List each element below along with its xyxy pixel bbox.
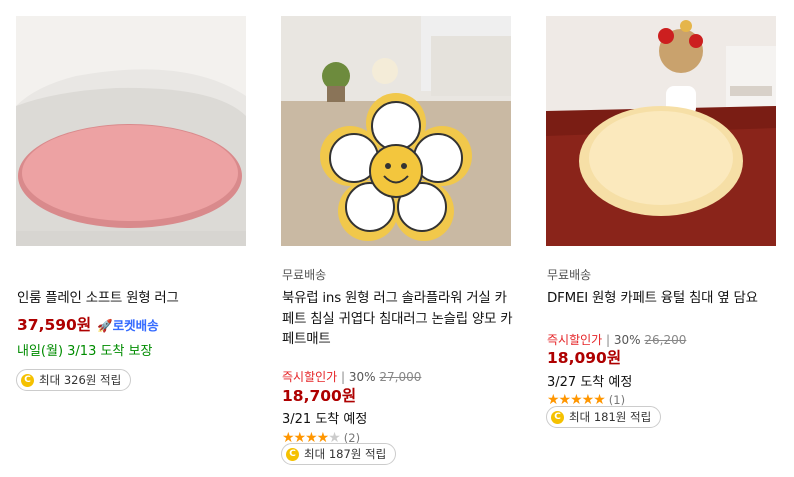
instant-discount-label: 즉시할인가 <box>547 333 603 347</box>
coin-icon: C <box>21 373 34 387</box>
points-text: 최대 326원 적립 <box>39 373 122 387</box>
discount-percent: 30% <box>348 370 376 384</box>
product-price: 37,590원 🚀로켓배송 <box>17 313 159 335</box>
discount-row: 즉시할인가 | 30% 27,000 <box>282 370 422 384</box>
points-text: 최대 181원 적립 <box>569 410 652 424</box>
rocket-delivery-label: 로켓배송 <box>112 318 159 333</box>
arrival-date: 3/27 도착 예정 <box>547 375 633 390</box>
product-title[interactable]: DFMEI 원형 카페트 융털 침대 옆 담요 <box>547 289 779 310</box>
review-count[interactable]: (1) <box>609 393 625 407</box>
product-card[interactable]: 인룸 플레인 소프트 원형 러그 37,590원 🚀로켓배송 내일(월) 3/13… <box>16 16 248 391</box>
coin-icon: C <box>551 410 564 424</box>
product-image-fluffy-rug[interactable] <box>546 16 776 246</box>
rocket-icon: 🚀 <box>97 318 113 333</box>
points-badge: C 최대 326원 적립 <box>16 369 132 391</box>
points-text: 최대 187원 적립 <box>304 447 387 461</box>
original-price: 26,200 <box>644 333 687 347</box>
product-card[interactable]: 무료배송 북유럽 ins 원형 러그 솔라플라워 거실 카페트 침실 귀엽다 침… <box>281 16 513 465</box>
product-image-flower-rug[interactable] <box>281 16 511 246</box>
product-price: 18,700원 <box>282 387 357 405</box>
product-title[interactable]: 북유럽 ins 원형 러그 솔라플라워 거실 카페트 침실 귀엽다 침대러그 논… <box>282 289 514 351</box>
arrival-date: 내일(월) 3/13 도착 보장 <box>17 344 153 359</box>
discount-percent: 30% <box>613 333 641 347</box>
instant-discount-label: 즉시할인가 <box>282 370 338 384</box>
product-price: 18,090원 <box>547 349 622 367</box>
product-image-pink-rug[interactable] <box>16 16 246 246</box>
arrival-date: 3/21 도착 예정 <box>282 412 368 427</box>
free-shipping-label: 무료배송 <box>547 268 592 282</box>
product-title[interactable]: 인룸 플레인 소프트 원형 러그 <box>17 289 249 310</box>
coin-icon: C <box>286 447 299 461</box>
product-card[interactable]: 무료배송 DFMEI 원형 카페트 융털 침대 옆 담요 즉시할인가 | 30%… <box>546 16 778 428</box>
price-value: 37,590원 <box>17 316 92 334</box>
rocket-delivery-badge: 🚀로켓배송 <box>97 318 159 333</box>
points-badge: C 최대 181원 적립 <box>546 406 662 428</box>
free-shipping-label: 무료배송 <box>282 268 327 282</box>
points-badge: C 최대 187원 적립 <box>281 443 397 465</box>
original-price: 27,000 <box>379 370 422 384</box>
